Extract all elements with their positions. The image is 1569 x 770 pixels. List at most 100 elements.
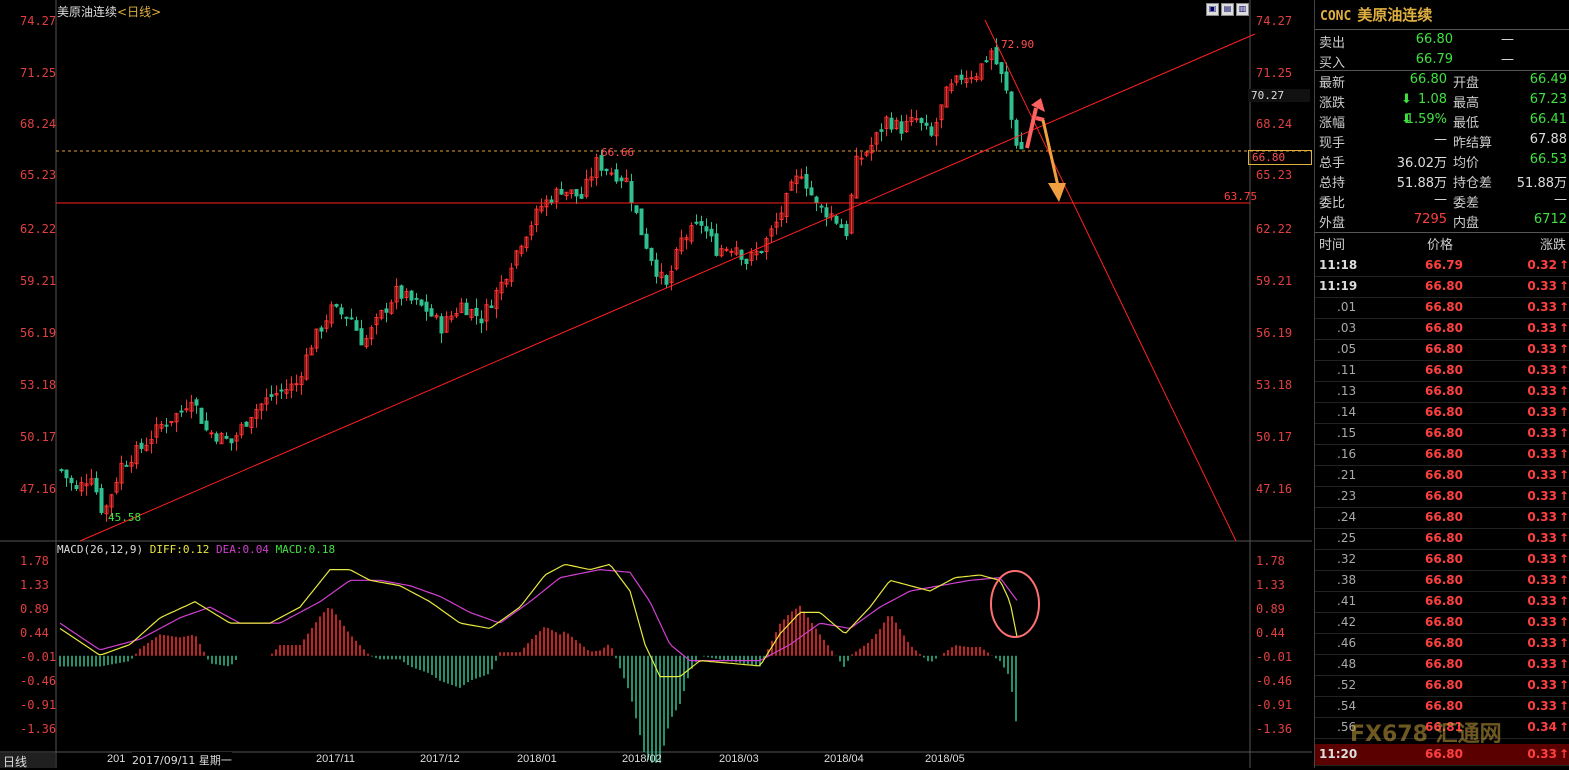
- tick-row[interactable]: .48 66.80 0.33 ↑: [1315, 654, 1569, 676]
- candle-body: [984, 60, 989, 63]
- restore-button[interactable]: ▣: [1206, 3, 1219, 16]
- stat-value: 51.88万: [1516, 176, 1567, 191]
- tick-change: 0.33: [1527, 552, 1557, 566]
- price-tick-right: 56.19: [1256, 326, 1293, 340]
- x-axis-label: 201: [107, 753, 126, 765]
- crosshair-date: 2017/09/11 星期一: [132, 752, 232, 768]
- tick-change: 0.34: [1527, 720, 1557, 734]
- stat-value: 1.59%: [1405, 112, 1447, 127]
- candle-body: [959, 74, 964, 80]
- buy-row: 买入 66.79 —: [1315, 50, 1569, 71]
- candle-body: [694, 221, 699, 224]
- tick-row[interactable]: .32 66.80 0.33 ↑: [1315, 549, 1569, 571]
- candle-body: [409, 290, 414, 301]
- up-arrow-icon: ↑: [1559, 300, 1569, 314]
- candle-body: [559, 188, 564, 195]
- candle-body: [859, 157, 864, 160]
- candle-body: [714, 233, 719, 256]
- tick-row[interactable]: .25 66.80 0.33 ↑: [1315, 528, 1569, 550]
- tick-header-time: 时间: [1319, 238, 1346, 253]
- macd-tick: 1.33: [20, 578, 49, 592]
- candle-body: [74, 485, 79, 490]
- period-tab[interactable]: 日线: [0, 753, 55, 769]
- tick-price: 66.80: [1425, 468, 1463, 482]
- tick-row[interactable]: .38 66.80 0.33 ↑: [1315, 570, 1569, 592]
- stat-value: 66.80: [1409, 72, 1447, 87]
- tick-row[interactable]: .46 66.80 0.33 ↑: [1315, 633, 1569, 655]
- price-tick: 74.27: [20, 14, 57, 28]
- tick-row[interactable]: .14 66.80 0.33 ↑: [1315, 402, 1569, 424]
- maximize-button[interactable]: ▥: [1236, 3, 1249, 16]
- tick-row[interactable]: .24 66.80 0.33 ↑: [1315, 507, 1569, 529]
- stat-value: —: [1434, 132, 1447, 147]
- candle-body: [224, 435, 229, 439]
- candle-body: [229, 438, 234, 444]
- candle-body: [1019, 141, 1024, 150]
- macd-value: MACD:0.18: [275, 543, 336, 556]
- candle-body: [919, 117, 924, 124]
- macd-tick-right: -0.01: [1256, 650, 1293, 664]
- tick-change: 0.33: [1527, 447, 1557, 461]
- tick-row[interactable]: .13 66.80 0.33 ↑: [1315, 381, 1569, 403]
- macd-tick: 0.44: [20, 626, 49, 640]
- tick-row[interactable]: .23 66.80 0.33 ↑: [1315, 486, 1569, 508]
- x-axis-label: 2018/02: [622, 753, 662, 765]
- candle-body: [94, 477, 99, 493]
- macd-tick-right: -0.46: [1256, 674, 1293, 688]
- macd-diff: DIFF:0.12: [149, 543, 210, 556]
- tick-row[interactable]: .42 66.80 0.33 ↑: [1315, 612, 1569, 634]
- tick-price: 66.80: [1425, 552, 1463, 566]
- tick-row[interactable]: .21 66.80 0.33 ↑: [1315, 465, 1569, 487]
- tick-change: 0.33: [1527, 531, 1557, 545]
- tick-row[interactable]: .01 66.80 0.33 ↑: [1315, 297, 1569, 319]
- buy-volume: —: [1501, 52, 1514, 67]
- stat-label: 总持: [1319, 176, 1346, 191]
- price-tick: 68.24: [20, 117, 57, 131]
- quote-panel: CONC 美原油连续 卖出 66.80 — 买入 66.79 — 最新 66.80 开…: [1314, 0, 1569, 768]
- layout-button[interactable]: ▤: [1221, 3, 1234, 16]
- price-tick-right: 47.16: [1256, 482, 1293, 496]
- tick-change: 0.33: [1527, 678, 1557, 692]
- chart-area[interactable]: [0, 0, 1312, 768]
- tick-row[interactable]: 11:19 66.80 0.33 ↑: [1315, 276, 1569, 298]
- x-axis-label: 2018/03: [719, 753, 759, 765]
- tick-row[interactable]: .54 66.80 0.33 ↑: [1315, 696, 1569, 718]
- candle-body: [489, 305, 494, 309]
- tick-price: 66.80: [1425, 678, 1463, 692]
- tick-row[interactable]: .11 66.80 0.33 ↑: [1315, 360, 1569, 382]
- instrument-name: 美原油连续: [1357, 6, 1433, 24]
- candle-body: [139, 442, 144, 449]
- candle-body: [179, 410, 184, 413]
- candle-body: [244, 421, 249, 427]
- tick-row[interactable]: .15 66.80 0.33 ↑: [1315, 423, 1569, 445]
- tick-row[interactable]: 11:18 66.79 0.32 ↑: [1315, 255, 1569, 277]
- up-arrow-icon: ↑: [1559, 573, 1569, 587]
- kline-chart[interactable]: [0, 0, 1312, 768]
- quote-row: 涨跌 ⬇ 1.08 最高 67.23: [1315, 90, 1569, 111]
- tick-row[interactable]: .41 66.80 0.33 ↑: [1315, 591, 1569, 613]
- up-arrow-icon: ↑: [1559, 279, 1569, 293]
- mid-high-price-label: 66.66: [601, 146, 635, 159]
- macd-tick-right: -0.91: [1256, 698, 1293, 712]
- tick-row[interactable]: .05 66.80 0.33 ↑: [1315, 339, 1569, 361]
- tick-change: 0.33: [1527, 468, 1557, 482]
- crosshair-price-tag: 70.27: [1248, 89, 1310, 102]
- candle-body: [474, 307, 479, 317]
- up-arrow-icon: ↑: [1559, 720, 1569, 734]
- tick-price: 66.80: [1425, 594, 1463, 608]
- stat-value: 1.08: [1418, 92, 1447, 107]
- candle-body: [834, 215, 839, 224]
- candle-body: [359, 328, 364, 346]
- macd-name: MACD(26,12,9): [57, 543, 144, 556]
- tick-row[interactable]: .16 66.80 0.33 ↑: [1315, 444, 1569, 466]
- tick-row[interactable]: .52 66.80 0.33 ↑: [1315, 675, 1569, 697]
- stat-label: 最新: [1319, 76, 1346, 91]
- watermark-logo: FX678 汇通网: [1350, 722, 1502, 747]
- candle-body: [279, 389, 284, 392]
- support-price-label: 63.75: [1224, 190, 1258, 203]
- up-arrow-icon: ↑: [1559, 321, 1569, 335]
- tick-row[interactable]: .03 66.80 0.33 ↑: [1315, 318, 1569, 340]
- high-price-label: 72.90: [1001, 38, 1035, 51]
- tick-change: 0.33: [1527, 573, 1557, 587]
- candle-body: [709, 228, 714, 237]
